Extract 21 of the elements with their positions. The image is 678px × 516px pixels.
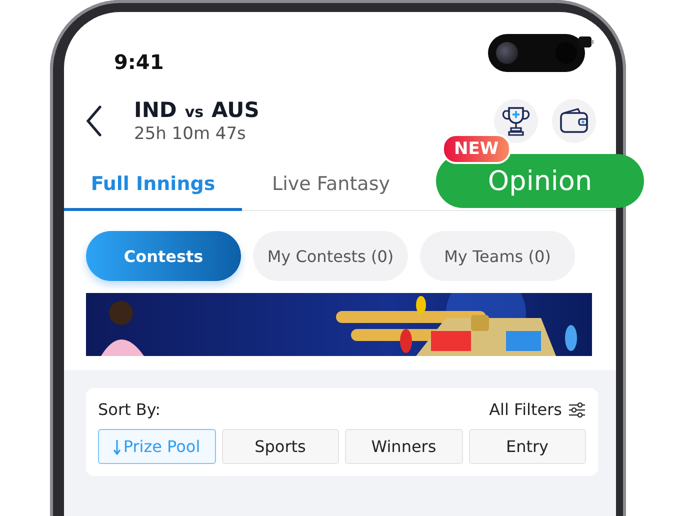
tab[interactable]: Live Fantasy xyxy=(242,160,420,211)
back-icon[interactable] xyxy=(84,104,104,138)
countdown-timer: 25h 10m 47s xyxy=(134,124,247,144)
down-arrow-icon xyxy=(113,438,122,454)
status-time: 9:41 xyxy=(114,50,164,74)
sort-label: Sort By: xyxy=(98,400,161,419)
sort-option[interactable]: Entry xyxy=(468,429,586,464)
team-name: IND xyxy=(134,98,177,122)
segment-tab[interactable]: My Teams (0) xyxy=(420,231,575,281)
sort-option[interactable]: Sports xyxy=(222,429,339,464)
trophy-icon[interactable] xyxy=(494,99,538,143)
segment-tab[interactable]: My Contests (0) xyxy=(253,231,408,281)
wallet-icon[interactable] xyxy=(552,99,596,143)
team-name: AUS xyxy=(212,98,260,122)
filter-sliders-icon xyxy=(568,402,586,418)
versus-label: vs xyxy=(184,103,204,121)
new-badge: NEW xyxy=(442,134,511,164)
segment-tab[interactable]: Contests xyxy=(86,231,241,281)
sort-option[interactable]: Winners xyxy=(345,429,462,464)
all-filters-button[interactable]: All Filters xyxy=(489,400,586,419)
battery-icon xyxy=(578,36,594,48)
